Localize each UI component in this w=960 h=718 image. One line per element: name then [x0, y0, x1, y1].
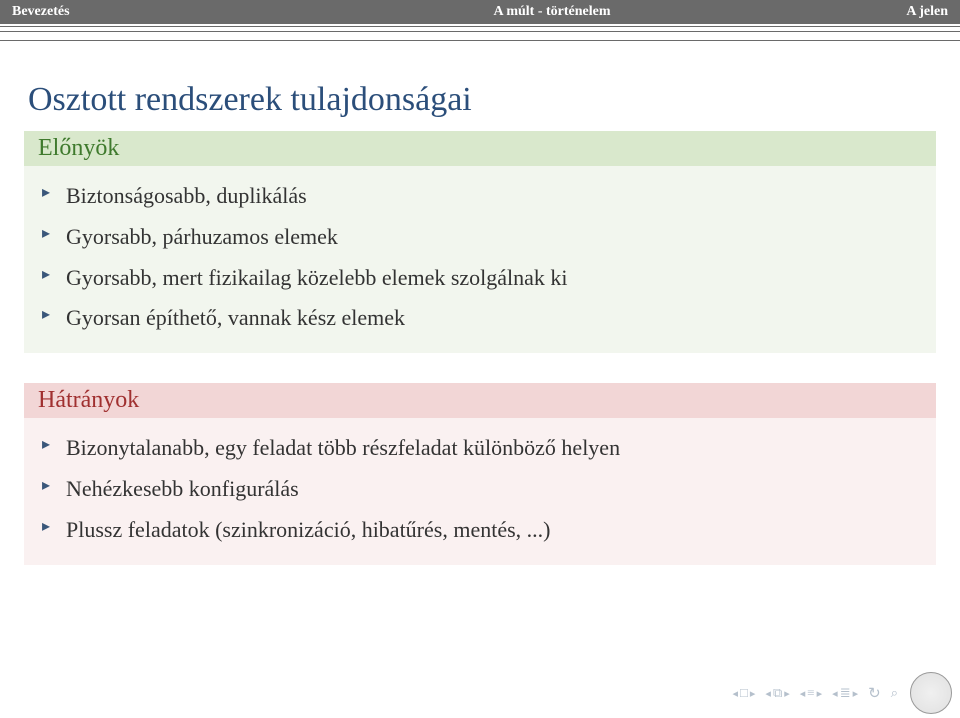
nav-frame-back-icon[interactable]: ◂⧉▸	[765, 685, 789, 701]
nav-tab-history[interactable]: A múlt - történelem	[372, 4, 732, 20]
nav-subsection-back-icon[interactable]: ◂≡▸	[800, 685, 822, 701]
slide-content: Osztott rendszerek tulajdonságai Előnyök…	[0, 41, 960, 565]
nav-tab-intro[interactable]: Bevezetés	[0, 4, 372, 20]
beamer-nav-symbols: ◂□▸ ◂⧉▸ ◂≡▸ ◂≣▸ ↻ ⌕	[732, 684, 898, 703]
advantages-list: Biztonságosabb, duplikálás Gyorsabb, pár…	[38, 176, 922, 339]
list-item: Nehézkesebb konfigurálás	[38, 469, 922, 510]
list-item: Bizonytalanabb, egy feladat több részfel…	[38, 428, 922, 469]
nav-section-back-icon[interactable]: ◂≣▸	[832, 685, 858, 701]
nav-label-left: Bevezetés	[12, 4, 70, 19]
nav-label-right: A jelen	[906, 4, 948, 19]
slide-footer: ◂□▸ ◂⧉▸ ◂≡▸ ◂≣▸ ↻ ⌕	[732, 672, 952, 714]
list-item: Biztonságosabb, duplikálás	[38, 176, 922, 217]
nav-label-center: A múlt - történelem	[493, 4, 610, 19]
advantages-block: Előnyök Biztonságosabb, duplikálás Gyors…	[24, 131, 936, 353]
nav-separator	[0, 26, 960, 41]
disadvantages-block: Hátrányok Bizonytalanabb, egy feladat tö…	[24, 383, 936, 564]
advantages-title: Előnyök	[24, 131, 936, 166]
disadvantages-list: Bizonytalanabb, egy feladat több részfel…	[38, 428, 922, 550]
university-logo	[910, 672, 952, 714]
list-item: Plussz feladatok (szinkronizáció, hibatű…	[38, 510, 922, 551]
nav-tab-present[interactable]: A jelen	[732, 4, 960, 20]
nav-search-icon[interactable]: ⌕	[891, 685, 898, 701]
top-nav: Bevezetés A múlt - történelem A jelen	[0, 0, 960, 24]
list-item: Gyorsabb, párhuzamos elemek	[38, 217, 922, 258]
nav-slide-back-icon[interactable]: ◂□▸	[732, 685, 755, 701]
disadvantages-title: Hátrányok	[24, 383, 936, 418]
nav-reload-icon[interactable]: ↻	[868, 684, 881, 703]
disadvantages-body: Bizonytalanabb, egy feladat több részfel…	[24, 418, 936, 564]
list-item: Gyorsan építhető, vannak kész elemek	[38, 298, 922, 339]
list-item: Gyorsabb, mert fizikailag közelebb eleme…	[38, 258, 922, 299]
slide-title: Osztott rendszerek tulajdonságai	[24, 81, 936, 119]
advantages-body: Biztonságosabb, duplikálás Gyorsabb, pár…	[24, 166, 936, 353]
